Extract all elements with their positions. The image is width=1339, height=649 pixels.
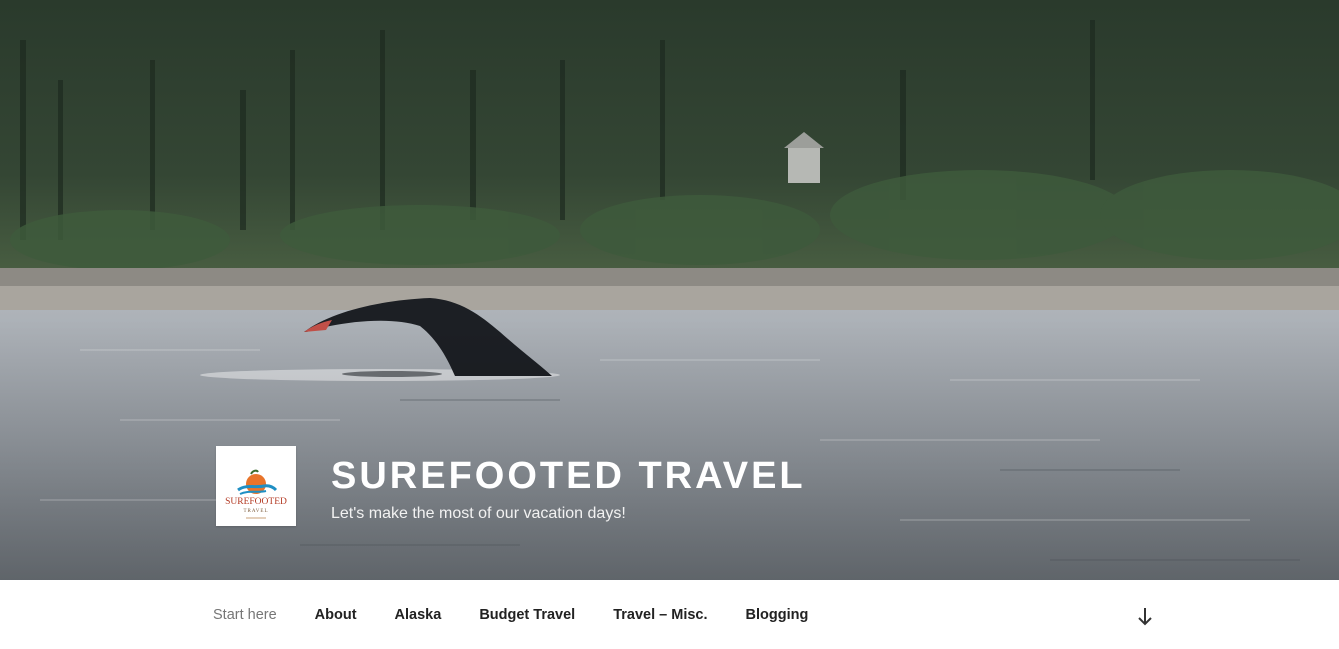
nav-item-blogging[interactable]: Blogging <box>746 607 809 623</box>
nav-item-alaska[interactable]: Alaska <box>395 607 442 623</box>
main-navigation: Start here About Alaska Budget Travel Tr… <box>0 580 1339 649</box>
site-text: Surefooted Travel Let's make the most of… <box>331 446 806 524</box>
page: SUREFOOTED TRAVEL Surefooted Travel Let'… <box>0 0 1339 649</box>
arrow-down-icon <box>1138 608 1152 626</box>
logo-subtext: TRAVEL <box>243 509 268 514</box>
nav-item-start-here[interactable]: Start here <box>213 607 277 623</box>
nav-item-about[interactable]: About <box>315 607 357 623</box>
nav-menu: Start here About Alaska Budget Travel Tr… <box>213 580 846 649</box>
surefooted-travel-logo-icon: SUREFOOTED TRAVEL <box>225 469 287 519</box>
site-title[interactable]: Surefooted Travel <box>331 456 806 496</box>
site-description: Let's make the most of our vacation days… <box>331 505 626 522</box>
nav-item-budget-travel[interactable]: Budget Travel <box>479 607 575 623</box>
scroll-down-button[interactable] <box>1134 605 1156 627</box>
site-branding: SUREFOOTED TRAVEL Surefooted Travel Let'… <box>216 446 806 526</box>
site-logo[interactable]: SUREFOOTED TRAVEL <box>216 446 296 526</box>
logo-wordmark: SUREFOOTED <box>225 497 287 507</box>
header-image: SUREFOOTED TRAVEL Surefooted Travel Let'… <box>0 0 1339 580</box>
nav-item-travel-misc[interactable]: Travel – Misc. <box>613 607 707 623</box>
